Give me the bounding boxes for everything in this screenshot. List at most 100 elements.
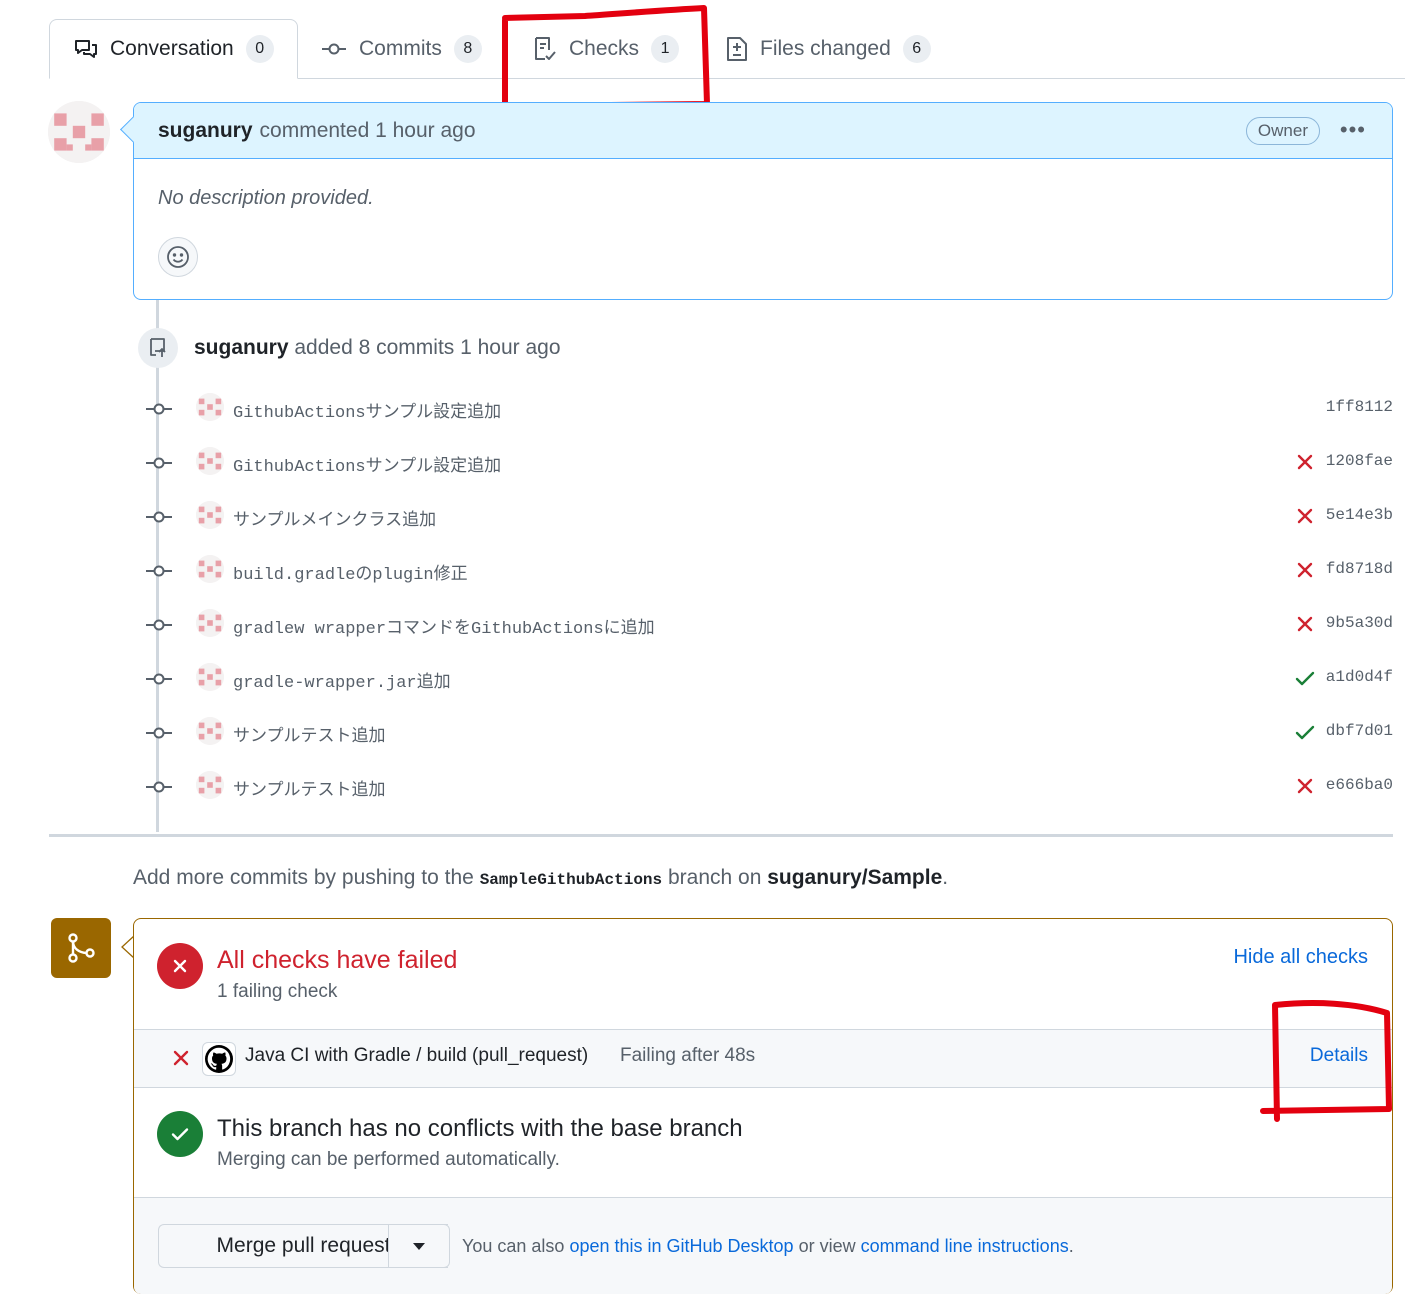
command-line-instructions-link[interactable]: command line instructions — [861, 1236, 1069, 1256]
identicon-image — [48, 101, 110, 163]
x-icon[interactable] — [1295, 614, 1315, 634]
commit-message[interactable]: サンプルテスト追加 — [233, 775, 386, 801]
commit-message[interactable]: GithubActionsサンプル設定追加 — [233, 451, 501, 477]
commit-sha[interactable]: a1d0d4f — [1326, 668, 1393, 686]
commit-message[interactable]: サンプルテスト追加 — [233, 721, 386, 747]
no-conflicts-icon — [157, 1111, 203, 1157]
commit-row: build.gradleのplugin修正 fd8718d — [145, 551, 1393, 591]
commit-author-avatar[interactable] — [196, 555, 224, 583]
x-icon[interactable] — [1295, 452, 1315, 472]
tab-files-changed[interactable]: Files changed 6 — [726, 19, 931, 78]
hide-all-checks-link[interactable]: Hide all checks — [1233, 946, 1368, 969]
comment-discussion-icon — [75, 40, 97, 58]
merge-hint: You can also open this in GitHub Desktop… — [462, 1236, 1074, 1257]
commit-message[interactable]: build.gradleのplugin修正 — [233, 559, 468, 585]
comment-author[interactable]: suganury — [158, 119, 253, 143]
owner-badge: Owner — [1245, 117, 1320, 145]
tab-commits[interactable]: Commits 8 — [321, 19, 482, 78]
pr-description-comment: suganury commented 1 hour ago Owner ••• … — [120, 102, 1393, 300]
git-commit-icon — [146, 403, 172, 415]
conflicts-title: This branch has no conflicts with the ba… — [217, 1115, 743, 1142]
repo-push-icon — [150, 338, 166, 357]
tab-files-changed-count: 6 — [902, 34, 931, 63]
checks-title: All checks have failed — [217, 946, 458, 974]
commit-sha[interactable]: 1208fae — [1326, 452, 1393, 470]
x-icon[interactable] — [1295, 560, 1315, 580]
identicon-image — [196, 771, 224, 799]
commit-row: gradlew wrapperコマンドをGithubActionsに追加 9b5a… — [145, 605, 1393, 645]
identicon-image — [196, 609, 224, 637]
commit-sha[interactable]: fd8718d — [1326, 560, 1393, 578]
identicon-image — [196, 555, 224, 583]
tab-conversation-count: 0 — [245, 35, 274, 63]
avatar[interactable] — [48, 101, 110, 163]
smiley-icon — [167, 246, 189, 268]
add-reaction-button[interactable] — [158, 237, 198, 277]
commit-sha[interactable]: 1ff8112 — [1326, 398, 1393, 416]
comment-body: No description provided. — [158, 187, 374, 209]
branch-name: SampleGithubActions — [479, 871, 663, 889]
comment-timestamp[interactable]: commented 1 hour ago — [260, 119, 476, 143]
tab-conversation[interactable]: Conversation 0 — [49, 19, 298, 79]
x-icon[interactable] — [1295, 506, 1315, 526]
push-event-text: suganury added 8 commits 1 hour ago — [194, 336, 561, 360]
x-icon — [173, 959, 187, 973]
git-commit-icon — [146, 457, 172, 469]
commit-author-avatar[interactable] — [196, 609, 224, 637]
push-hint-prefix: Add more commits by pushing to the — [133, 866, 474, 889]
kebab-horizontal-icon[interactable]: ••• — [1340, 117, 1366, 143]
check-failed-x-icon — [173, 1050, 189, 1066]
push-event-badge — [138, 328, 178, 368]
x-icon[interactable] — [1295, 776, 1315, 796]
tab-files-changed-label: Files changed — [760, 36, 891, 60]
commit-author-avatar[interactable] — [196, 393, 224, 421]
push-event-action: added 8 commits 1 hour ago — [294, 336, 561, 359]
checks-failed-icon — [157, 943, 203, 989]
pr-tab-bar: Conversation 0 Commits 8 Checks 1 Files … — [49, 19, 1405, 79]
checks-subtitle: 1 failing check — [217, 981, 338, 1002]
comment-header: suganury commented 1 hour ago Owner ••• — [134, 103, 1392, 159]
git-merge-icon — [68, 933, 95, 963]
commit-sha[interactable]: 5e14e3b — [1326, 506, 1393, 524]
commit-author-avatar[interactable] — [196, 501, 224, 529]
commit-author-avatar[interactable] — [196, 771, 224, 799]
commit-row: サンプルメインクラス追加 5e14e3b — [145, 497, 1393, 537]
open-in-desktop-link[interactable]: open this in GitHub Desktop — [569, 1236, 793, 1256]
tab-commits-label: Commits — [359, 36, 442, 60]
git-commit-icon — [146, 511, 172, 523]
git-commit-icon — [146, 727, 172, 739]
check-icon[interactable] — [1295, 668, 1315, 688]
identicon-image — [196, 501, 224, 529]
commit-author-avatar[interactable] — [196, 447, 224, 475]
github-mark-icon — [202, 1042, 236, 1076]
merge-status-badge — [51, 918, 111, 978]
identicon-image — [196, 447, 224, 475]
annotation-checks-box — [502, 5, 710, 109]
commit-author-avatar[interactable] — [196, 663, 224, 691]
identicon-image — [196, 663, 224, 691]
commit-message[interactable]: gradlew wrapperコマンドをGithubActionsに追加 — [233, 613, 655, 639]
commit-message[interactable]: GithubActionsサンプル設定追加 — [233, 397, 501, 423]
check-icon[interactable] — [1295, 722, 1315, 742]
commit-message[interactable]: サンプルメインクラス追加 — [233, 505, 436, 531]
commit-message[interactable]: gradle-wrapper.jar追加 — [233, 667, 451, 693]
file-diff-icon — [727, 36, 747, 61]
commit-author-avatar[interactable] — [196, 717, 224, 745]
merge-hint-middle: or view — [798, 1236, 856, 1256]
commit-sha[interactable]: 9b5a30d — [1326, 614, 1393, 632]
check-run-status: Failing after 48s — [620, 1045, 756, 1066]
commit-row: サンプルテスト追加 e666ba0 — [145, 767, 1393, 807]
push-event-author[interactable]: suganury — [194, 336, 289, 359]
merge-footer: Merge pull request You can also open thi… — [134, 1197, 1392, 1294]
merge-hint-suffix: . — [1068, 1236, 1074, 1256]
commit-sha[interactable]: dbf7d01 — [1326, 722, 1393, 740]
timeline-divider — [49, 834, 1393, 837]
repo-link[interactable]: suganury/Sample — [767, 866, 942, 889]
commit-row: gradle-wrapper.jar追加 a1d0d4f — [145, 659, 1393, 699]
commit-sha[interactable]: e666ba0 — [1326, 776, 1393, 794]
push-hint: Add more commits by pushing to the Sampl… — [133, 866, 948, 890]
merge-method-dropdown[interactable] — [388, 1224, 450, 1268]
commit-row: GithubActionsサンプル設定追加 1ff8112 — [145, 389, 1393, 429]
commit-row: GithubActionsサンプル設定追加 1208fae — [145, 443, 1393, 483]
commit-row: サンプルテスト追加 dbf7d01 — [145, 713, 1393, 753]
